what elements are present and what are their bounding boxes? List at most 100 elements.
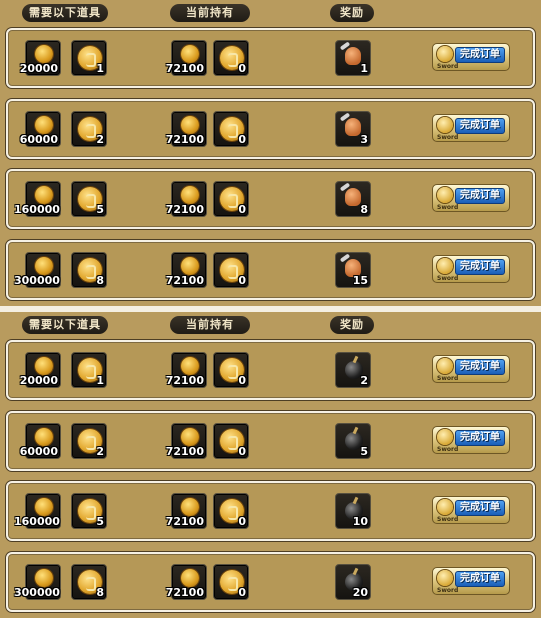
complete-order-label: 完成订单: [460, 261, 500, 272]
required-coin-slot: 60000: [20, 423, 61, 459]
complete-order-button[interactable]: 完成订单 Sword: [432, 567, 510, 595]
reward-count: 1: [360, 62, 368, 75]
item-count: 0: [238, 374, 246, 387]
sword-emblem-icon: [437, 117, 453, 133]
reward-count: 20: [352, 586, 368, 599]
gold-coin-icon: [181, 116, 199, 134]
sword-emblem-icon: [437, 570, 453, 586]
item-count: 72100: [165, 515, 204, 528]
header-owned: 当前持有: [170, 316, 250, 334]
button-sublabel: Sword: [437, 587, 459, 594]
required-token-slot: 5: [71, 493, 107, 529]
reward-slot: 15: [335, 252, 371, 288]
complete-order-label: 完成订单: [460, 361, 500, 372]
gold-coin-icon: [181, 569, 199, 587]
complete-order-button[interactable]: 完成订单 Sword: [432, 114, 510, 142]
item-count: 20000: [19, 62, 58, 75]
reward-slot: 8: [335, 181, 371, 217]
reward-count: 15: [352, 274, 368, 287]
item-count: 0: [238, 515, 246, 528]
complete-order-label: 完成订单: [460, 502, 500, 513]
item-count: 0: [238, 445, 246, 458]
gold-coin-icon: [35, 186, 53, 204]
reward-count: 3: [360, 133, 368, 146]
complete-order-button[interactable]: 完成订单 Sword: [432, 496, 510, 524]
reward-count: 8: [360, 203, 368, 216]
item-count: 72100: [165, 274, 204, 287]
item-count: 0: [238, 133, 246, 146]
button-sublabel: Sword: [437, 516, 459, 523]
owned-token-slot: 0: [213, 252, 249, 288]
item-count: 72100: [165, 133, 204, 146]
gold-coin-icon: [35, 257, 53, 275]
order-panel-1: 需要以下道具 当前持有 奖励 20000 1 72100 0 1 完成订单 Sword 600…: [0, 0, 541, 306]
complete-order-button[interactable]: 完成订单 Sword: [432, 184, 510, 212]
button-sublabel: Sword: [437, 204, 459, 211]
sword-emblem-icon: [437, 358, 453, 374]
item-count: 1: [96, 62, 104, 75]
order-row: 300000 8 72100 0 15 完成订单 Sword: [6, 240, 535, 300]
item-count: 72100: [165, 445, 204, 458]
item-count: 20000: [19, 374, 58, 387]
sword-emblem-icon: [437, 258, 453, 274]
complete-order-label-box: 完成订单: [455, 500, 505, 516]
order-row: 160000 5 72100 0 8 完成订单 Sword: [6, 169, 535, 229]
item-count: 0: [238, 62, 246, 75]
required-coin-slot: 160000: [14, 493, 61, 529]
item-count: 60000: [19, 133, 58, 146]
owned-token-slot: 0: [213, 423, 249, 459]
reward-slot: 10: [335, 493, 371, 529]
gold-coin-icon: [181, 186, 199, 204]
required-coin-slot: 60000: [20, 111, 61, 147]
order-row: 20000 1 72100 0 1 完成订单 Sword: [6, 28, 535, 88]
gold-coin-icon: [35, 569, 53, 587]
doll-with-wrench-icon: [345, 47, 361, 65]
reward-slot: 5: [335, 423, 371, 459]
item-count: 300000: [14, 274, 60, 287]
item-count: 0: [238, 203, 246, 216]
sword-emblem-icon: [437, 499, 453, 515]
required-token-slot: 2: [71, 423, 107, 459]
gold-coin-icon: [181, 257, 199, 275]
complete-order-label: 完成订单: [460, 120, 500, 131]
reward-count: 2: [360, 374, 368, 387]
button-sublabel: Sword: [437, 63, 459, 70]
gold-coin-icon: [35, 428, 53, 446]
order-row: 300000 8 72100 0 20 完成订单 Sword: [6, 552, 535, 612]
complete-order-button[interactable]: 完成订单 Sword: [432, 255, 510, 283]
complete-order-button[interactable]: 完成订单 Sword: [432, 426, 510, 454]
complete-order-label-box: 完成订单: [455, 359, 505, 375]
required-coin-slot: 160000: [14, 181, 61, 217]
item-count: 2: [96, 445, 104, 458]
item-count: 1: [96, 374, 104, 387]
complete-order-button[interactable]: 完成订单 Sword: [432, 43, 510, 71]
order-row: 20000 1 72100 0 2 完成订单 Sword: [6, 340, 535, 400]
complete-order-label: 完成订单: [460, 573, 500, 584]
required-coin-slot: 20000: [20, 352, 61, 388]
complete-order-label-box: 完成订单: [455, 47, 505, 63]
sword-emblem-icon: [437, 187, 453, 203]
gold-coin-icon: [35, 498, 53, 516]
item-count: 0: [238, 274, 246, 287]
complete-order-button[interactable]: 完成订单 Sword: [432, 355, 510, 383]
item-count: 72100: [165, 374, 204, 387]
item-count: 60000: [19, 445, 58, 458]
owned-token-slot: 0: [213, 493, 249, 529]
item-count: 160000: [14, 203, 60, 216]
required-token-slot: 1: [71, 352, 107, 388]
complete-order-label-box: 完成订单: [455, 188, 505, 204]
item-count: 300000: [14, 586, 60, 599]
owned-token-slot: 0: [213, 352, 249, 388]
reward-slot: 1: [335, 40, 371, 76]
item-count: 72100: [165, 586, 204, 599]
complete-order-label: 完成订单: [460, 432, 500, 443]
item-count: 0: [238, 586, 246, 599]
button-sublabel: Sword: [437, 375, 459, 382]
owned-coin-slot: 72100: [166, 111, 207, 147]
gold-coin-icon: [35, 45, 53, 63]
header-required: 需要以下道具: [22, 316, 108, 334]
reward-slot: 2: [335, 352, 371, 388]
owned-coin-slot: 72100: [166, 493, 207, 529]
gold-coin-icon: [181, 357, 199, 375]
complete-order-label-box: 完成订单: [455, 571, 505, 587]
